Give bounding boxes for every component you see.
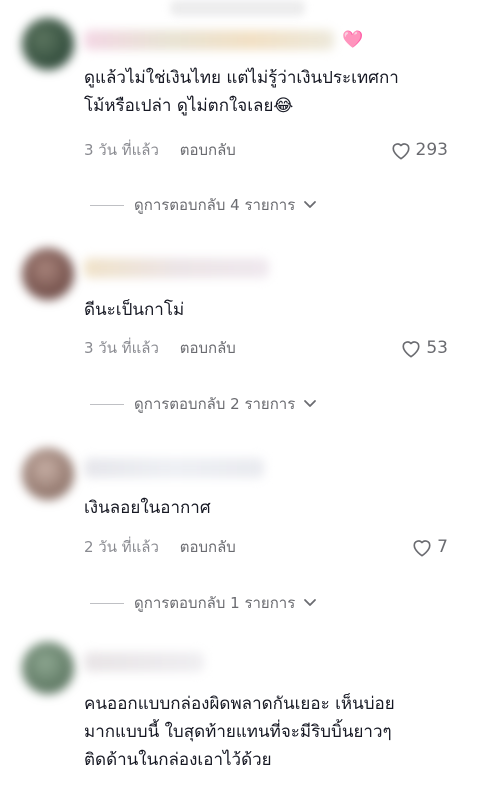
timestamp: 3 วัน ที่แล้ว xyxy=(84,141,159,159)
divider xyxy=(90,403,124,405)
like-count: 7 xyxy=(437,537,448,557)
view-replies-label: ดูการตอบกลับ 1 รายการ xyxy=(134,594,296,612)
view-replies-button[interactable]: ดูการตอบกลับ 1 รายการ xyxy=(90,593,317,613)
blurred-header xyxy=(170,0,305,16)
reply-button[interactable]: ตอบกลับ xyxy=(180,339,236,357)
comment-text: เงินลอยในอากาศ xyxy=(84,498,211,518)
like-button[interactable]: 53 xyxy=(400,338,448,358)
divider xyxy=(90,602,124,604)
username[interactable] xyxy=(84,652,204,672)
like-button[interactable]: 293 xyxy=(390,140,448,160)
timestamp: 2 วัน ที่แล้ว xyxy=(84,538,159,556)
like-count: 53 xyxy=(426,338,448,358)
comment-meta: 3 วัน ที่แล้ว ตอบกลับ xyxy=(84,140,236,160)
chevron-down-icon xyxy=(304,599,317,606)
comment-meta: 2 วัน ที่แล้ว ตอบกลับ xyxy=(84,537,236,557)
comment-text: ดูแล้วไม่ใช่เงินไทย แต่ไม่รู้ว่าเงินประเ… xyxy=(84,68,399,116)
view-replies-label: ดูการตอบกลับ 2 รายการ xyxy=(134,395,296,413)
avatar[interactable] xyxy=(22,18,74,70)
comment-meta: 3 วัน ที่แล้ว ตอบกลับ xyxy=(84,338,236,358)
avatar[interactable] xyxy=(22,248,74,300)
comment-text: คนออกแบบกล่องผิดพลาดกันเยอะ เห็นบ่อย มาก… xyxy=(84,694,395,770)
avatar[interactable] xyxy=(22,642,74,694)
timestamp: 3 วัน ที่แล้ว xyxy=(84,339,159,357)
username[interactable] xyxy=(84,258,269,278)
chevron-down-icon xyxy=(304,201,317,208)
avatar[interactable] xyxy=(22,448,74,500)
chevron-down-icon xyxy=(304,400,317,407)
heart-outline-icon xyxy=(413,540,431,557)
username[interactable] xyxy=(84,458,264,478)
username[interactable] xyxy=(84,30,334,50)
like-count: 293 xyxy=(415,140,448,160)
pink-heart-emoji-icon: 🩷 xyxy=(342,30,364,50)
divider xyxy=(90,204,124,206)
like-button[interactable]: 7 xyxy=(411,537,448,557)
view-replies-button[interactable]: ดูการตอบกลับ 4 รายการ xyxy=(90,195,317,215)
reply-button[interactable]: ตอบกลับ xyxy=(180,141,236,159)
view-replies-button[interactable]: ดูการตอบกลับ 2 รายการ xyxy=(90,394,317,414)
heart-outline-icon xyxy=(402,341,420,358)
view-replies-label: ดูการตอบกลับ 4 รายการ xyxy=(134,196,296,214)
reply-button[interactable]: ตอบกลับ xyxy=(180,538,236,556)
heart-outline-icon xyxy=(392,143,410,160)
comment-text: ดีนะเป็นกาโม่ xyxy=(84,300,185,320)
